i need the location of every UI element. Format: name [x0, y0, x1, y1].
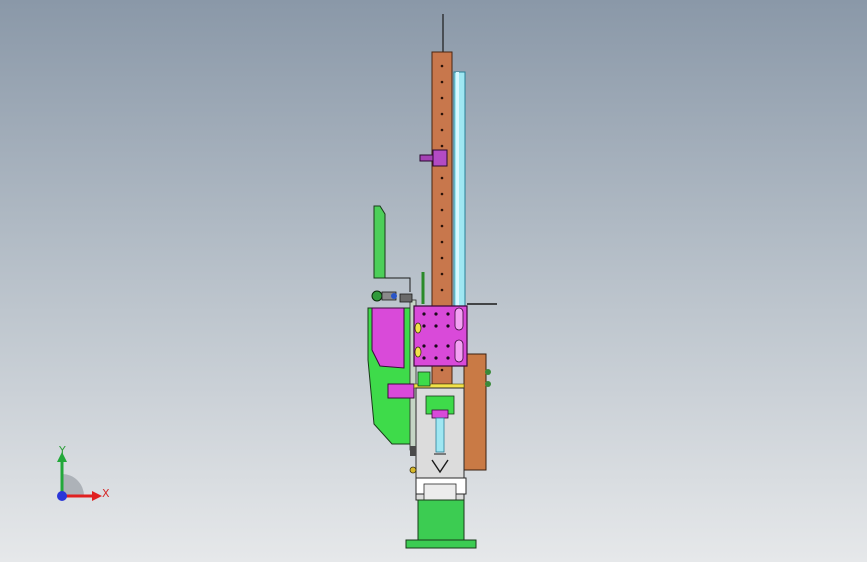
yellow-pin-bottom: [414, 346, 422, 358]
x-axis-head: [92, 491, 102, 501]
z-axis-dot: [57, 491, 67, 501]
housing-magenta-insert: [431, 409, 449, 419]
rail-clamp-handle: [419, 154, 435, 162]
right-plate: [463, 353, 487, 471]
rail-clamp: [432, 149, 448, 167]
x-axis-label: X: [102, 487, 110, 500]
base-foot: [405, 539, 477, 549]
left-fin-plate: [373, 205, 386, 279]
lower-magenta-pad: [387, 383, 415, 399]
base-column: [417, 499, 465, 543]
fitting-blue: [391, 293, 397, 299]
cad-assembly-model[interactable]: [0, 0, 867, 562]
y-axis-label: Y: [59, 444, 66, 457]
yellow-pin-top: [414, 322, 422, 334]
left-magenta-block: [371, 307, 405, 369]
housing-cyan-piston: [435, 417, 445, 453]
plate-knob-bottom: [485, 381, 491, 387]
guide-rod: [453, 71, 466, 309]
small-green-block: [417, 371, 431, 387]
guide-rod-highlight: [456, 72, 459, 308]
side-yellow-dot: [409, 466, 417, 474]
bracket-slot-top: [454, 307, 464, 331]
fitting-left: [371, 290, 383, 302]
bracket-slot-bottom: [454, 339, 464, 363]
plate-knob-top: [485, 369, 491, 375]
fitting-nut: [399, 293, 413, 303]
3d-viewport[interactable]: Y X: [0, 0, 867, 562]
fin-wire: [385, 277, 411, 292]
side-gray-part: [410, 446, 416, 456]
base-inner-block: [423, 483, 457, 501]
coordinate-triad: [57, 452, 102, 501]
